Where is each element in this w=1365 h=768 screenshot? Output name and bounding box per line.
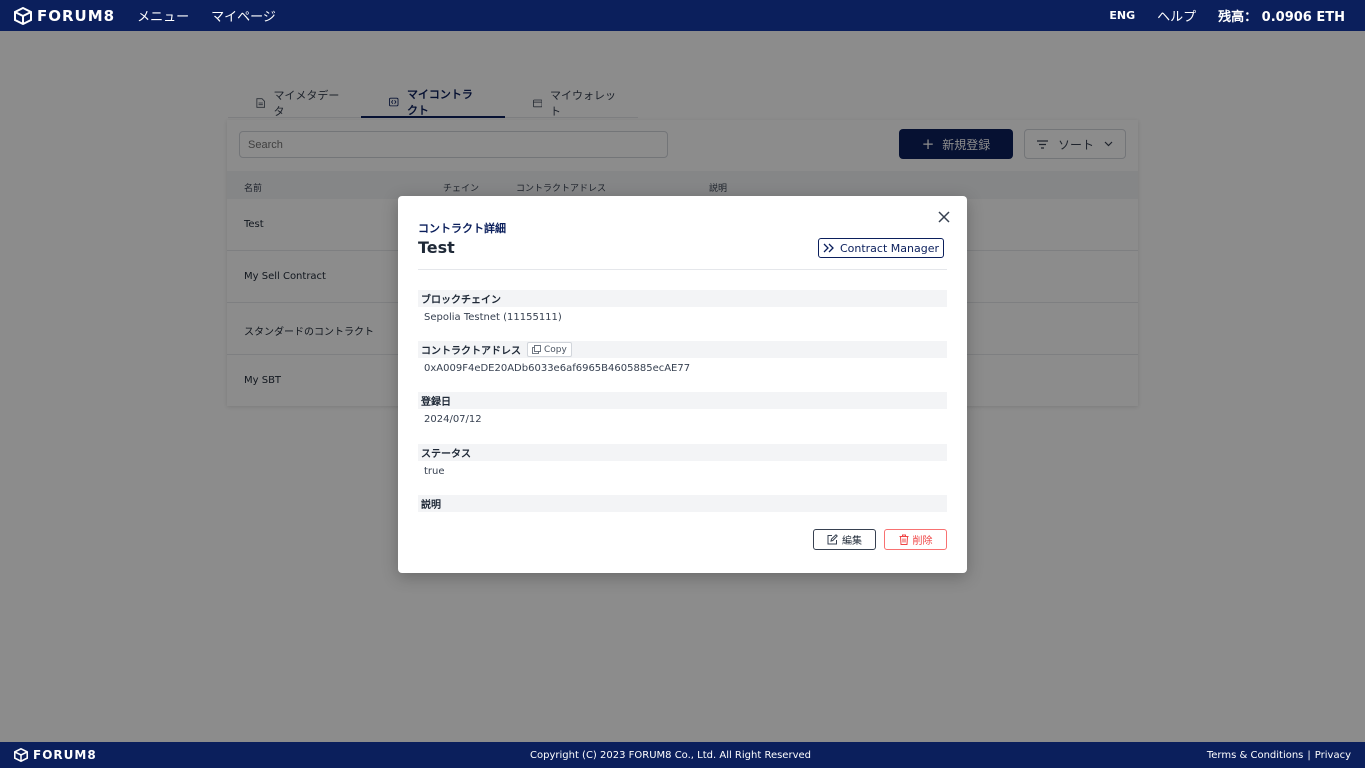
field-label-text: ブロックチェイン bbox=[421, 295, 501, 306]
copy-button[interactable]: Copy bbox=[527, 342, 572, 357]
contract-detail-modal: コントラクト詳細 Test Contract Manager ブロックチェイン … bbox=[398, 196, 967, 573]
field-label-registered-date: 登録日 bbox=[418, 392, 947, 409]
terms-link[interactable]: Terms & Conditions bbox=[1207, 750, 1304, 761]
field-value-blockchain: Sepolia Testnet (11155111) bbox=[424, 312, 562, 323]
footer-separator: | bbox=[1307, 749, 1311, 761]
field-label-text: コントラクトアドレス bbox=[421, 346, 521, 357]
field-label-text: 説明 bbox=[421, 500, 441, 511]
nav-menu[interactable]: メニュー bbox=[137, 6, 189, 25]
modal-subtitle: コントラクト詳細 bbox=[418, 222, 506, 235]
edit-pencil-icon bbox=[827, 534, 838, 545]
edit-button[interactable]: 編集 bbox=[813, 529, 876, 550]
top-header: FORUM8 メニュー マイページ ENG ヘルプ 残高： 0.0906 ETH bbox=[0, 0, 1365, 31]
field-label-text: 登録日 bbox=[421, 397, 451, 408]
double-chevron-right-icon bbox=[823, 243, 834, 253]
field-label-address: コントラクトアドレス Copy bbox=[418, 341, 947, 358]
balance-value: 0.0906 ETH bbox=[1261, 10, 1345, 25]
edit-label: 編集 bbox=[842, 536, 862, 547]
field-label-status: ステータス bbox=[418, 444, 947, 461]
field-value-status: true bbox=[424, 466, 445, 477]
divider bbox=[418, 269, 947, 270]
delete-button[interactable]: 削除 bbox=[884, 529, 947, 550]
copy-label: Copy bbox=[544, 344, 567, 355]
field-label-description: 説明 bbox=[418, 495, 947, 512]
trash-icon bbox=[899, 534, 908, 545]
contract-manager-label: Contract Manager bbox=[839, 241, 940, 255]
copyright-text: Copyright (C) 2023 FORUM8 Co., Ltd. All … bbox=[530, 749, 811, 761]
privacy-link[interactable]: Privacy bbox=[1315, 750, 1351, 761]
field-label-text: ステータス bbox=[421, 449, 471, 460]
help-link[interactable]: ヘルプ bbox=[1157, 6, 1196, 25]
footer-links: Terms & Conditions | Privacy bbox=[1207, 750, 1351, 761]
footer: FORUM8 Copyright (C) 2023 FORUM8 Co., Lt… bbox=[0, 742, 1365, 768]
delete-label: 削除 bbox=[912, 536, 933, 547]
close-icon[interactable] bbox=[937, 210, 951, 224]
field-value-address: 0xA009F4eDE20ADb6033e6af6965B4605885ecAE… bbox=[424, 363, 691, 374]
field-value-registered-date: 2024/07/12 bbox=[424, 414, 482, 425]
balance-display: 残高： 0.0906 ETH bbox=[1218, 6, 1345, 25]
contract-manager-button[interactable]: Contract Manager bbox=[818, 238, 944, 258]
modal-title: Test bbox=[418, 238, 455, 257]
field-label-blockchain: ブロックチェイン bbox=[418, 290, 947, 307]
cube-logo-icon bbox=[14, 6, 32, 25]
balance-label: 残高： bbox=[1218, 10, 1258, 25]
nav-mypage[interactable]: マイページ bbox=[211, 6, 276, 25]
forum8-logo[interactable]: FORUM8 bbox=[13, 6, 116, 25]
copy-icon bbox=[532, 345, 541, 354]
logo-text: FORUM8 bbox=[37, 6, 116, 25]
language-switch[interactable]: ENG bbox=[1109, 9, 1135, 22]
